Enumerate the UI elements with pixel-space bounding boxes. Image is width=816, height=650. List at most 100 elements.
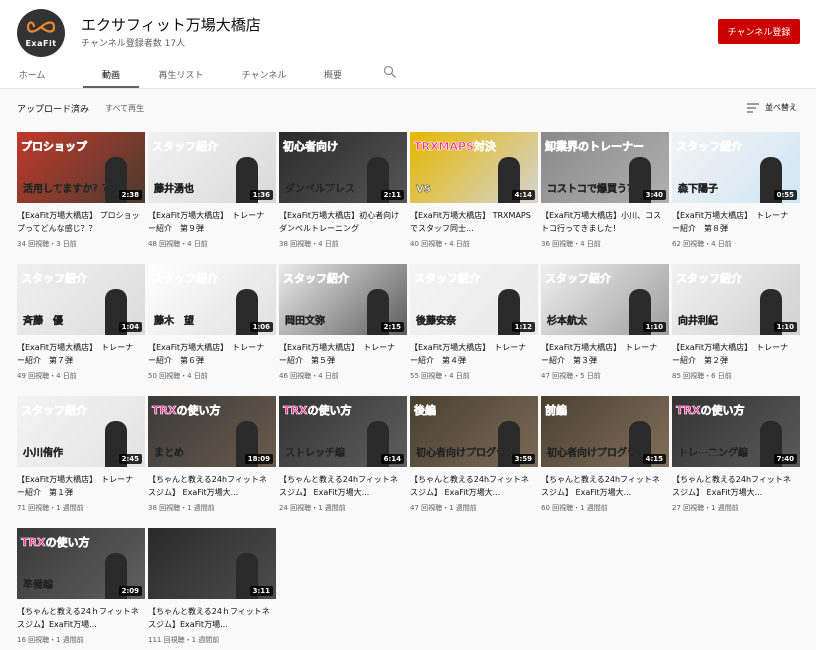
thumbnail-title: TRXの使い方 bbox=[21, 536, 90, 550]
thumbnail-title: スタッフ紹介 bbox=[152, 272, 219, 286]
sort-button[interactable]: 並べ替え bbox=[747, 101, 807, 115]
video-meta: 24 回視聴・1 週間前 bbox=[279, 504, 346, 512]
video-title[interactable]: 【ちゃんと教える24hフィットネスジム】 ExaFit万場大... bbox=[148, 474, 272, 500]
video-title[interactable]: 【ExaFit万場大橋店】小川、コストコ行ってきました！ bbox=[541, 210, 665, 236]
video-title[interactable]: 【ちゃんと教える24hフィットネスジム】 ExaFit万場大... bbox=[672, 474, 796, 500]
video-thumbnail[interactable]: スタッフ紹介 小川侑作 2:45 bbox=[17, 396, 145, 467]
thumbnail-subtitle: 斉藤 優 bbox=[23, 316, 63, 327]
video-card[interactable]: スタッフ紹介 小川侑作 2:45 【ExaFit万場大橋店】 トレーナー紹介 第１弾 7… bbox=[17, 396, 145, 522]
video-card[interactable]: TRXの使い方 準備編 2:09 【ちゃんと教える24ｈフィットネスジム】ExaFit… bbox=[17, 528, 145, 650]
video-title[interactable]: 【ExaFit万場大橋店】 TRXMAPSでスタッフ同士... bbox=[410, 210, 534, 236]
duration-badge: 3:40 bbox=[642, 190, 666, 200]
video-card[interactable]: スタッフ紹介 後藤安奈 1:12 【ExaFit万場大橋店】 トレーナー紹介 第４弾 5… bbox=[410, 264, 538, 390]
video-title[interactable]: 【ちゃんと教える24hフィットネスジム】 ExaFit万場大... bbox=[410, 474, 534, 500]
video-thumbnail[interactable]: 卸業界のトレーナー コストコで爆買う？ 3:40 bbox=[541, 132, 669, 203]
video-card[interactable]: 後編 初心者向けプログラム 3:59 【ちゃんと教える24hフィットネスジム】 Exa… bbox=[410, 396, 538, 522]
video-thumbnail[interactable]: 初心者向け ダンベルプレス 2:11 bbox=[279, 132, 407, 203]
video-title[interactable]: 【ExaFit万場大橋店】 トレーナー紹介 第９弾 bbox=[148, 210, 272, 236]
thumbnail-title: スタッフ紹介 bbox=[676, 140, 743, 154]
video-thumbnail[interactable]: 後編 初心者向けプログラム 3:59 bbox=[410, 396, 538, 467]
video-title[interactable]: 【ExaFit万場大橋店】 トレーナー紹介 第８弾 bbox=[672, 210, 796, 236]
duration-badge: 1:10 bbox=[773, 322, 797, 332]
video-card[interactable]: スタッフ紹介 岡田文弥 2:15 【ExaFit万場大橋店】 トレーナー紹介 第５弾 4… bbox=[279, 264, 407, 390]
video-title[interactable]: 【ExaFit万場大橋店】 トレーナー紹介 第５弾 bbox=[279, 342, 403, 368]
video-thumbnail[interactable]: TRXMAPS対決 VS 4:14 bbox=[410, 132, 538, 203]
video-thumbnail[interactable]: 3:11 bbox=[148, 528, 276, 599]
video-title[interactable]: 【ちゃんと教える24hフィットネスジム】 ExaFit万場大... bbox=[279, 474, 403, 500]
tab-channels[interactable]: チャンネル bbox=[241, 60, 287, 88]
tab-playlists[interactable]: 再生リスト bbox=[157, 60, 205, 88]
video-thumbnail[interactable]: スタッフ紹介 後藤安奈 1:12 bbox=[410, 264, 538, 335]
video-card[interactable]: スタッフ紹介 藤井湧也 1:36 【ExaFit万場大橋店】 トレーナー紹介 第９弾 4… bbox=[148, 132, 276, 258]
video-thumbnail[interactable]: プロショップ 活用してますか？？ 2:38 bbox=[17, 132, 145, 203]
duration-badge: 4:15 bbox=[642, 454, 666, 464]
video-title[interactable]: 【ExaFit万場大橋店】 トレーナー紹介 第６弾 bbox=[148, 342, 272, 368]
duration-badge: 1:06 bbox=[249, 322, 273, 332]
thumbnail-subtitle: トレーニング編 bbox=[678, 448, 748, 459]
video-card[interactable]: スタッフ紹介 藤木 望 1:06 【ExaFit万場大橋店】 トレーナー紹介 第６弾 5… bbox=[148, 264, 276, 390]
video-title[interactable]: 【ちゃんと教える24hフィットネスジム】 ExaFit万場大... bbox=[541, 474, 665, 500]
thumbnail-title: 前編 bbox=[545, 404, 568, 418]
duration-badge: 2:15 bbox=[380, 322, 404, 332]
video-thumbnail[interactable]: スタッフ紹介 向井利紀 1:10 bbox=[672, 264, 800, 335]
video-card[interactable]: 初心者向け ダンベルプレス 2:11 【ExaFit万場大橋店】初心者向けダンベルトレ… bbox=[279, 132, 407, 258]
thumbnail-title: スタッフ紹介 bbox=[152, 140, 219, 154]
video-meta: 40 回視聴・4 日前 bbox=[410, 240, 470, 248]
thumbnail-title: スタッフ紹介 bbox=[676, 272, 743, 286]
video-title[interactable]: 【ExaFit万場大橋店】 トレーナー紹介 第７弾 bbox=[17, 342, 141, 368]
thumbnail-subtitle: まとめ bbox=[154, 448, 184, 459]
video-thumbnail[interactable]: 前編初心者向けプログラム 4:15 bbox=[541, 396, 669, 467]
video-title[interactable]: 【ちゃんと教える24ｈフィットネスジム】ExaFit万場... bbox=[17, 606, 141, 632]
tab-home[interactable]: ホーム bbox=[17, 60, 47, 88]
subscribe-button[interactable]: チャンネル登録 bbox=[718, 19, 800, 44]
duration-badge: 7:40 bbox=[773, 454, 797, 464]
video-card[interactable]: スタッフ紹介 斉藤 優 1:04 【ExaFit万場大橋店】 トレーナー紹介 第７弾 4… bbox=[17, 264, 145, 390]
duration-badge: 1:12 bbox=[511, 322, 535, 332]
video-title[interactable]: 【ExaFit万場大橋店】 トレーナー紹介 第３弾 bbox=[541, 342, 665, 368]
video-card[interactable]: スタッフ紹介 杉本航太 1:10 【ExaFit万場大橋店】 トレーナー紹介 第３弾 4… bbox=[541, 264, 669, 390]
video-title[interactable]: 【ExaFit万場大橋店】 トレーナー紹介 第２弾 bbox=[672, 342, 796, 368]
video-card[interactable]: TRXの使い方 まとめ 18:09 【ちゃんと教える24hフィットネスジム】 ExaF… bbox=[148, 396, 276, 522]
video-card[interactable]: 3:11 【ちゃんと教える24ｈフィットネスジム】ExaFit万場... 111 回… bbox=[148, 528, 276, 650]
search-icon[interactable] bbox=[383, 65, 397, 79]
thumbnail-title: スタッフ紹介 bbox=[545, 272, 612, 286]
channel-avatar[interactable]: ExaFit bbox=[17, 9, 65, 57]
video-meta: 111 回視聴・1 週間前 bbox=[148, 636, 220, 644]
thumbnail-subtitle: 活用してますか？？ bbox=[23, 184, 113, 195]
video-meta: 16 回視聴・1 週間前 bbox=[17, 636, 84, 644]
video-thumbnail[interactable]: スタッフ紹介 岡田文弥 2:15 bbox=[279, 264, 407, 335]
video-card[interactable]: TRXの使い方 ストレッチ編 6:14 【ちゃんと教える24hフィットネスジム】 Ex… bbox=[279, 396, 407, 522]
video-thumbnail[interactable]: スタッフ紹介 森下陽子 0:55 bbox=[672, 132, 800, 203]
video-title[interactable]: 【ExaFit万場大橋店】 トレーナー紹介 第４弾 bbox=[410, 342, 534, 368]
video-title[interactable]: 【ExaFit万場大橋店】初心者向けダンベルトレーニング bbox=[279, 210, 403, 236]
thumbnail-title: 卸業界のトレーナー bbox=[545, 140, 645, 154]
video-meta: 47 回視聴・1 週間前 bbox=[410, 504, 477, 512]
video-meta: 47 回視聴・5 日前 bbox=[541, 372, 601, 380]
tab-about[interactable]: 概要 bbox=[322, 60, 344, 88]
video-card[interactable]: プロショップ 活用してますか？？ 2:38 【ExaFit万場大橋店】 プロショップっ… bbox=[17, 132, 145, 258]
thumbnail-subtitle: 準備編 bbox=[23, 580, 53, 591]
video-card[interactable]: 前編初心者向けプログラム 4:15 【ちゃんと教える24hフィットネスジム】 Exa… bbox=[541, 396, 669, 522]
video-card[interactable]: スタッフ紹介 向井利紀 1:10 【ExaFit万場大橋店】 トレーナー紹介 第２弾 8… bbox=[672, 264, 800, 390]
video-thumbnail[interactable]: TRXの使い方 ストレッチ編 6:14 bbox=[279, 396, 407, 467]
play-all-link[interactable]: すべて再生 bbox=[105, 103, 144, 114]
video-thumbnail[interactable]: スタッフ紹介 斉藤 優 1:04 bbox=[17, 264, 145, 335]
video-thumbnail[interactable]: TRXの使い方 準備編 2:09 bbox=[17, 528, 145, 599]
video-title[interactable]: 【ExaFit万場大橋店】 プロショップってどんな感じ？？ bbox=[17, 210, 141, 236]
video-meta: 27 回視聴・1 週間前 bbox=[672, 504, 739, 512]
video-card[interactable]: 卸業界のトレーナー コストコで爆買う？ 3:40 【ExaFit万場大橋店】小川、コス… bbox=[541, 132, 669, 258]
video-thumbnail[interactable]: スタッフ紹介 藤木 望 1:06 bbox=[148, 264, 276, 335]
video-thumbnail[interactable]: スタッフ紹介 杉本航太 1:10 bbox=[541, 264, 669, 335]
sort-icon bbox=[747, 103, 759, 113]
tab-videos[interactable]: 動画 bbox=[83, 60, 139, 88]
video-title[interactable]: 【ちゃんと教える24ｈフィットネスジム】ExaFit万場... bbox=[148, 606, 272, 632]
video-card[interactable]: スタッフ紹介 森下陽子 0:55 【ExaFit万場大橋店】 トレーナー紹介 第８弾 6… bbox=[672, 132, 800, 258]
video-card[interactable]: TRXの使い方 トレーニング編 7:40 【ちゃんと教える24hフィットネスジム】 E… bbox=[672, 396, 800, 522]
video-title[interactable]: 【ExaFit万場大橋店】 トレーナー紹介 第１弾 bbox=[17, 474, 141, 500]
thumbnail-title: 初心者向け bbox=[283, 140, 339, 154]
video-thumbnail[interactable]: TRXの使い方 まとめ 18:09 bbox=[148, 396, 276, 467]
thumbnail-subtitle: 初心者向けプログラム bbox=[547, 448, 647, 459]
video-card[interactable]: TRXMAPS対決 VS 4:14 【ExaFit万場大橋店】 TRXMAPSでスタッ… bbox=[410, 132, 538, 258]
video-thumbnail[interactable]: TRXの使い方 トレーニング編 7:40 bbox=[672, 396, 800, 467]
video-thumbnail[interactable]: スタッフ紹介 藤井湧也 1:36 bbox=[148, 132, 276, 203]
